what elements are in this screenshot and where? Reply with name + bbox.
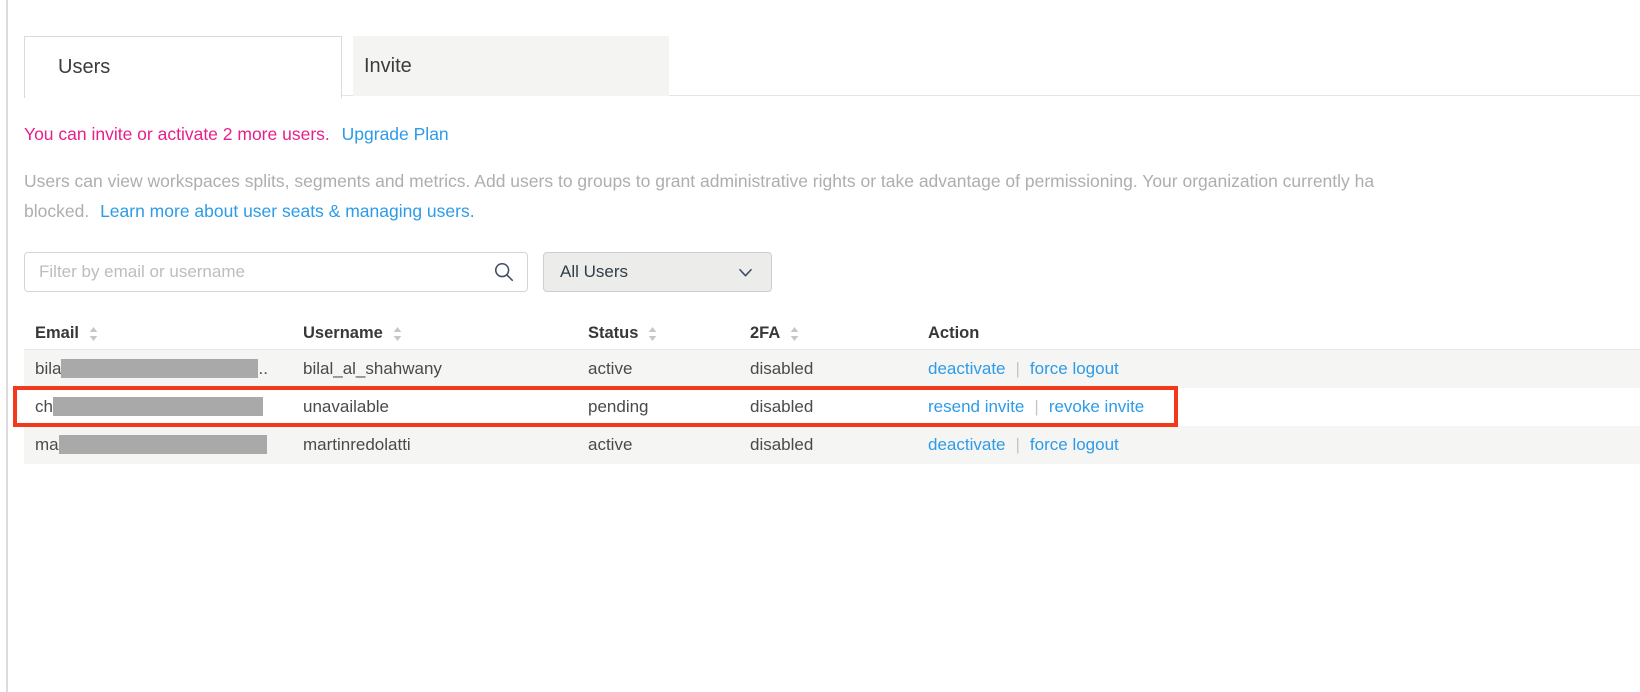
deactivate-link[interactable]: deactivate — [928, 359, 1006, 378]
email-prefix: ch — [35, 397, 53, 416]
column-header-email-label: Email — [35, 324, 79, 343]
email-prefix: bila — [35, 359, 61, 378]
action-cell: deactivate | force logout — [928, 359, 1640, 379]
description-line-1: Users can view workspaces splits, segmen… — [24, 171, 1640, 192]
chevron-down-icon — [736, 263, 755, 282]
column-header-email[interactable]: Email — [24, 324, 303, 343]
column-header-status[interactable]: Status — [588, 324, 750, 343]
redaction-bar — [53, 397, 263, 416]
tab-invite[interactable]: Invite — [353, 36, 669, 96]
seats-notice-message: You can invite or activate 2 more users. — [24, 124, 330, 144]
username-cell: unavailable — [303, 397, 588, 417]
deactivate-link[interactable]: deactivate — [928, 435, 1006, 454]
tab-invite-label: Invite — [364, 55, 412, 78]
tab-bar: Users Invite — [24, 36, 1640, 96]
username-cell: martinredolatti — [303, 435, 588, 455]
column-header-2fa[interactable]: 2FA — [750, 324, 928, 343]
twofa-cell: disabled — [750, 435, 928, 455]
redaction-bar — [61, 359, 258, 378]
resend-invite-link[interactable]: resend invite — [928, 397, 1024, 416]
twofa-cell: disabled — [750, 397, 928, 417]
redaction-bar — [59, 435, 267, 454]
description-line-2: blocked. Learn more about user seats & m… — [24, 201, 1640, 222]
left-panel-divider — [6, 0, 8, 692]
column-header-status-label: Status — [588, 324, 638, 343]
column-header-action: Action — [928, 324, 1640, 343]
table-header-row: Email Username Status 2FA Action — [24, 318, 1640, 350]
user-filter-dropdown[interactable]: All Users — [543, 252, 772, 292]
force-logout-link[interactable]: force logout — [1030, 435, 1119, 454]
username-cell: bilal_al_shahwany — [303, 359, 588, 379]
force-logout-link[interactable]: force logout — [1030, 359, 1119, 378]
table-row-highlighted: ch unavailable pending disabled resend i… — [24, 388, 1640, 426]
user-management-page: Users Invite You can invite or activate … — [0, 0, 1640, 692]
learn-more-link[interactable]: Learn more about user seats & managing u… — [100, 201, 475, 221]
seats-notice: You can invite or activate 2 more users.… — [24, 124, 449, 145]
search-icon[interactable] — [493, 261, 515, 283]
filter-search — [24, 252, 528, 292]
status-cell: active — [588, 359, 750, 379]
sort-icon — [789, 326, 800, 342]
email-ellipsis: .. — [258, 359, 267, 378]
description-line-2-text: blocked. — [24, 201, 89, 221]
email-prefix: ma — [35, 435, 59, 454]
users-table: Email Username Status 2FA Action bila.. — [24, 318, 1640, 464]
twofa-cell: disabled — [750, 359, 928, 379]
action-separator: | — [1016, 359, 1020, 378]
column-header-username-label: Username — [303, 324, 383, 343]
column-header-action-label: Action — [928, 324, 979, 343]
table-row: ma martinredolatti active disabled deact… — [24, 426, 1640, 464]
status-cell: pending — [588, 397, 750, 417]
revoke-invite-link[interactable]: revoke invite — [1049, 397, 1144, 416]
action-cell: resend invite | revoke invite — [928, 397, 1640, 417]
sort-icon — [647, 326, 658, 342]
tab-users[interactable]: Users — [24, 36, 342, 98]
email-cell: ma — [24, 435, 303, 455]
user-filter-dropdown-value: All Users — [560, 262, 628, 282]
column-header-2fa-label: 2FA — [750, 324, 780, 343]
action-cell: deactivate | force logout — [928, 435, 1640, 455]
action-separator: | — [1034, 397, 1038, 416]
sort-icon — [88, 326, 99, 342]
email-cell: bila.. — [24, 359, 303, 379]
email-cell: ch — [24, 397, 303, 417]
action-separator: | — [1016, 435, 1020, 454]
status-cell: active — [588, 435, 750, 455]
upgrade-plan-link[interactable]: Upgrade Plan — [342, 124, 449, 144]
tab-users-label: Users — [58, 56, 110, 79]
filter-input[interactable] — [24, 252, 528, 292]
sort-icon — [392, 326, 403, 342]
table-row: bila.. bilal_al_shahwany active disabled… — [24, 350, 1640, 388]
column-header-username[interactable]: Username — [303, 324, 588, 343]
